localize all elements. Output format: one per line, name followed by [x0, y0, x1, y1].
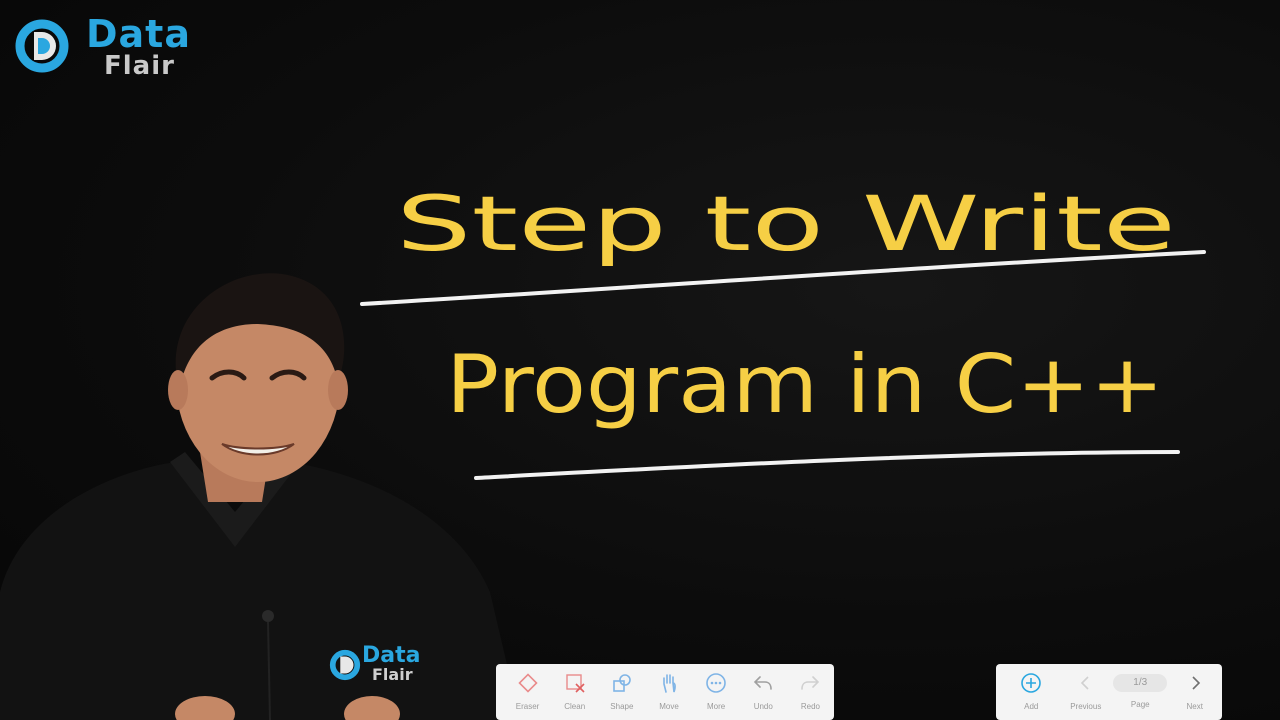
previous-label: Previous [1070, 702, 1102, 711]
more-icon [706, 673, 726, 693]
move-hand-icon [663, 674, 676, 693]
shirt-dataflair-logo: Data Flair [328, 644, 438, 690]
logo-text-flair: Flair [104, 51, 175, 81]
dataflair-logo: Data Flair [14, 14, 190, 80]
redo-button[interactable]: Redo [787, 672, 834, 712]
clean-button[interactable]: Clean [551, 672, 598, 712]
undo-button[interactable]: Undo [740, 672, 787, 712]
more-label: More [707, 702, 726, 711]
next-page-button[interactable]: Next [1168, 672, 1223, 712]
clean-icon [566, 674, 585, 693]
page-navigation-toolbar: Add Previous 1/3 Page Next [996, 664, 1222, 720]
undo-label: Undo [753, 702, 773, 711]
dataflair-logo-icon [15, 19, 69, 73]
shirt-logo-icon [329, 649, 361, 681]
whiteboard-toolbar: Eraser Clean Shape Move More Undo Redo [496, 664, 834, 720]
shape-button[interactable]: Shape [598, 672, 645, 712]
eraser-label: Eraser [515, 702, 540, 711]
chevron-left-icon [1080, 676, 1089, 690]
more-button[interactable]: More [693, 672, 740, 712]
undo-icon [754, 676, 773, 690]
add-label: Add [1024, 702, 1039, 711]
move-button[interactable]: Move [645, 672, 692, 712]
page-label: Page [1130, 700, 1150, 709]
presenter-figure [0, 273, 520, 720]
shape-icon [613, 674, 631, 692]
shape-label: Shape [610, 702, 634, 711]
clean-label: Clean [564, 702, 586, 711]
next-label: Next [1186, 702, 1203, 711]
add-page-button[interactable]: Add [1004, 672, 1059, 712]
previous-page-button[interactable]: Previous [1059, 672, 1114, 712]
shirt-logo-text-flair: Flair [372, 665, 413, 684]
move-label: Move [659, 702, 679, 711]
logo-text-data: Data [86, 12, 191, 56]
page-indicator-button[interactable]: 1/3 Page [1113, 672, 1168, 710]
chevron-right-icon [1192, 676, 1200, 690]
eraser-button[interactable]: Eraser [504, 672, 551, 712]
page-indicator: 1/3 [1113, 674, 1168, 692]
redo-label: Redo [800, 702, 820, 711]
plus-circle-icon [1021, 673, 1042, 693]
redo-icon [801, 676, 820, 690]
eraser-icon [517, 673, 538, 693]
